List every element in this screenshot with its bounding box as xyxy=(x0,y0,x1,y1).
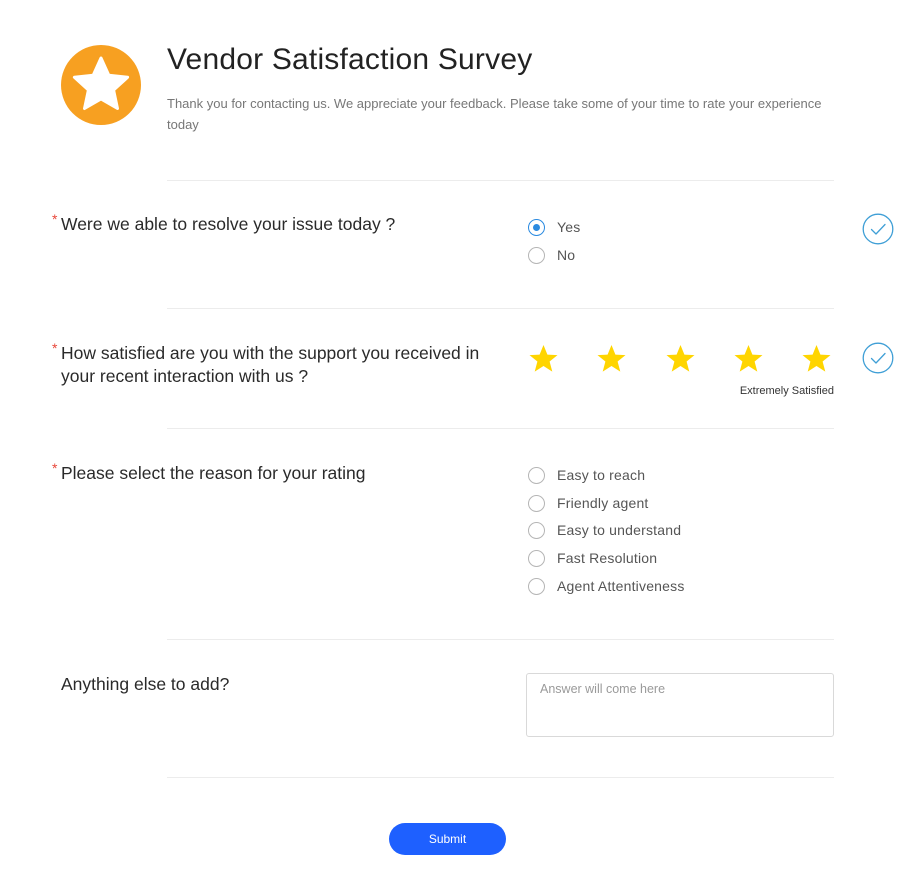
radio-yes[interactable] xyxy=(528,218,545,236)
section-divider xyxy=(167,428,834,429)
option-no[interactable]: No xyxy=(528,246,575,264)
star-1-icon[interactable] xyxy=(528,344,559,374)
option-label: Fast Resolution xyxy=(557,550,658,566)
radio-friendly-agent[interactable] xyxy=(528,494,545,512)
radio-fast-resolution[interactable] xyxy=(528,549,545,567)
required-marker: * xyxy=(52,211,58,227)
question-resolved-label: Were we able to resolve your issue today… xyxy=(61,214,396,234)
page-title: Vendor Satisfaction Survey xyxy=(167,43,533,76)
option-label: Easy to understand xyxy=(557,522,682,538)
radio-easy-to-understand[interactable] xyxy=(528,521,545,539)
radio-no[interactable] xyxy=(528,246,545,264)
option-yes-label: Yes xyxy=(557,219,581,235)
option-agent-attentiveness[interactable]: Agent Attentiveness xyxy=(528,577,685,595)
required-marker: * xyxy=(52,460,58,476)
section-divider xyxy=(167,308,834,309)
section-divider xyxy=(167,777,834,778)
option-label: Agent Attentiveness xyxy=(557,578,685,594)
section-divider xyxy=(167,180,834,181)
star-5-icon[interactable] xyxy=(801,344,832,374)
radio-agent-attentiveness[interactable] xyxy=(528,577,545,595)
check-circle-icon xyxy=(862,213,894,245)
required-marker: * xyxy=(52,340,58,356)
page-subtitle: Thank you for contacting us. We apprecia… xyxy=(167,96,822,132)
rating-caption: Extremely Satisfied xyxy=(739,385,834,397)
option-friendly-agent[interactable]: Friendly agent xyxy=(528,494,649,512)
question-reason-label: Please select the reason for your rating xyxy=(61,463,366,483)
radio-easy-to-reach[interactable] xyxy=(528,466,545,484)
option-no-label: No xyxy=(557,247,576,263)
option-easy-to-understand[interactable]: Easy to understand xyxy=(528,521,681,539)
star-rating[interactable] xyxy=(528,344,834,376)
submit-button[interactable]: Submit xyxy=(389,823,506,855)
option-label: Easy to reach xyxy=(557,467,646,483)
star-3-icon[interactable] xyxy=(665,344,696,374)
option-yes[interactable]: Yes xyxy=(528,218,580,236)
option-label: Friendly agent xyxy=(557,495,649,511)
question-additional-label: Anything else to add? xyxy=(61,674,230,694)
star-2-icon[interactable] xyxy=(596,344,627,374)
check-circle-icon xyxy=(862,342,894,374)
question-satisfaction-label: How satisfied are you with the support y… xyxy=(61,343,480,386)
option-fast-resolution[interactable]: Fast Resolution xyxy=(528,549,657,567)
star-badge-icon xyxy=(61,45,141,125)
star-4-icon[interactable] xyxy=(733,344,764,374)
option-easy-to-reach[interactable]: Easy to reach xyxy=(528,466,645,484)
section-divider xyxy=(167,639,834,640)
survey-logo xyxy=(61,45,141,125)
additional-comments-field[interactable] xyxy=(526,673,834,737)
